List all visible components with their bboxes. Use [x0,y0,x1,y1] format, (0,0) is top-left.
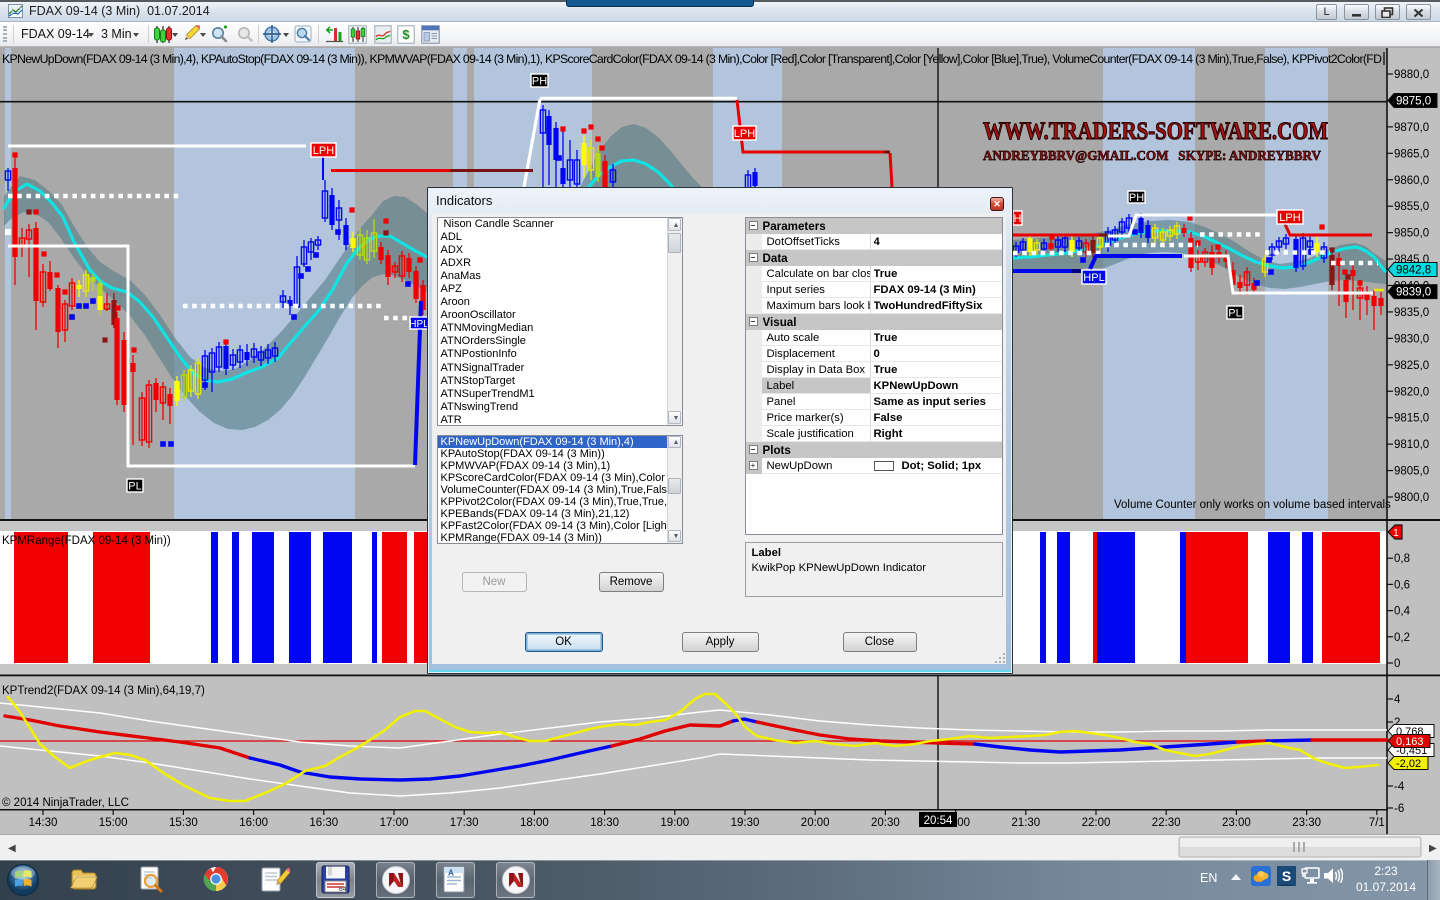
svg-text:PH: PH [532,75,547,87]
svg-text:9880,0: 9880,0 [1394,69,1429,81]
svg-text:22:00: 22:00 [1082,817,1111,829]
svg-text:20:30: 20:30 [871,817,900,829]
svg-text:▶: ▶ [1429,843,1437,854]
svg-text:20:00: 20:00 [801,817,830,829]
svg-text:18:30: 18:30 [590,817,619,829]
svg-text:9800,0: 9800,0 [1394,492,1429,504]
svg-text:A: A [448,869,454,878]
svg-text:$: $ [402,27,410,42]
svg-text:17:30: 17:30 [450,817,479,829]
svg-text:LPH: LPH [734,128,755,140]
svg-text:7/1: 7/1 [1369,817,1385,829]
svg-text:S: S [1282,868,1291,884]
svg-text:16:00: 16:00 [239,817,268,829]
svg-text:19:30: 19:30 [731,817,760,829]
svg-text:19:00: 19:00 [660,817,689,829]
svg-text:9805,0: 9805,0 [1394,466,1429,478]
svg-text:KPTrend2(FDAX 09-14 (3 Min),64: KPTrend2(FDAX 09-14 (3 Min),64,19,7) [2,685,205,697]
svg-text:23:30: 23:30 [1292,817,1321,829]
svg-text:9860,0: 9860,0 [1394,175,1429,187]
svg-text:ANDREYBBRV@GMAIL.COM SKYPE:: ANDREYBBRV@GMAIL.COM SKYPE: ANDREYBBRV [983,149,1321,164]
svg-text:9855,0: 9855,0 [1394,201,1429,213]
svg-text:LPH: LPH [1279,212,1300,224]
svg-text:9835,0: 9835,0 [1394,307,1429,319]
svg-text:15:00: 15:00 [99,817,128,829]
svg-text:9850,0: 9850,0 [1394,228,1429,240]
svg-text:23:00: 23:00 [1222,817,1251,829]
svg-text:22:30: 22:30 [1152,817,1181,829]
svg-text:0,2: 0,2 [1394,632,1410,644]
svg-text:21:30: 21:30 [1011,817,1040,829]
svg-text:◀: ◀ [8,843,16,854]
svg-text:KPMRange(FDAX 09-14 (3 Min)): KPMRange(FDAX 09-14 (3 Min)) [2,535,171,547]
svg-text:-6: -6 [1394,803,1404,815]
svg-text:0,8: 0,8 [1394,553,1410,565]
svg-text:KPNewUpDown(FDAX 09-14 (3 Min): KPNewUpDown(FDAX 09-14 (3 Min),4), KPAut… [2,52,1382,66]
svg-text:9820,0: 9820,0 [1394,386,1429,398]
svg-text:17:00: 17:00 [380,817,409,829]
svg-text:HPL: HPL [1083,272,1104,284]
svg-text:0: 0 [1394,658,1400,670]
svg-text:9825,0: 9825,0 [1394,360,1429,372]
svg-text:18:00: 18:00 [520,817,549,829]
svg-text:WWW.TRADERS-SOFTWARE.COM: WWW.TRADERS-SOFTWARE.COM [983,118,1328,145]
svg-text:1: 1 [1393,527,1399,539]
svg-text:20:54: 20:54 [924,815,953,827]
svg-text:9865,0: 9865,0 [1394,148,1429,160]
svg-text:PL: PL [128,480,141,492]
svg-text:0,163: 0,163 [1396,736,1424,748]
svg-text:15:30: 15:30 [169,817,198,829]
svg-text:9815,0: 9815,0 [1394,413,1429,425]
svg-text:4: 4 [1394,694,1401,706]
svg-text:-4: -4 [1394,781,1405,793]
svg-text:9839,0: 9839,0 [1396,287,1431,299]
svg-text:9842,8: 9842,8 [1396,265,1431,277]
svg-text:LPH: LPH [313,145,334,157]
svg-text:9870,0: 9870,0 [1394,122,1429,134]
svg-text:0,4: 0,4 [1394,606,1411,618]
svg-text:PL: PL [1228,307,1241,319]
svg-text:9810,0: 9810,0 [1394,439,1429,451]
svg-text:0,6: 0,6 [1394,579,1410,591]
svg-text:14:30: 14:30 [29,817,58,829]
svg-text:Volume Counter only works on v: Volume Counter only works on volume base… [1114,499,1391,511]
svg-text:16:30: 16:30 [309,817,338,829]
svg-text:-2,02: -2,02 [1396,758,1421,770]
svg-text:H: H [1014,213,1022,225]
svg-text:64: 64 [339,886,347,893]
svg-text:9875,0: 9875,0 [1396,95,1431,107]
svg-text:9830,0: 9830,0 [1394,333,1429,345]
svg-text:PH: PH [1129,192,1144,204]
svg-text:© 2014 NinjaTrader, LLC: © 2014 NinjaTrader, LLC [2,797,129,809]
